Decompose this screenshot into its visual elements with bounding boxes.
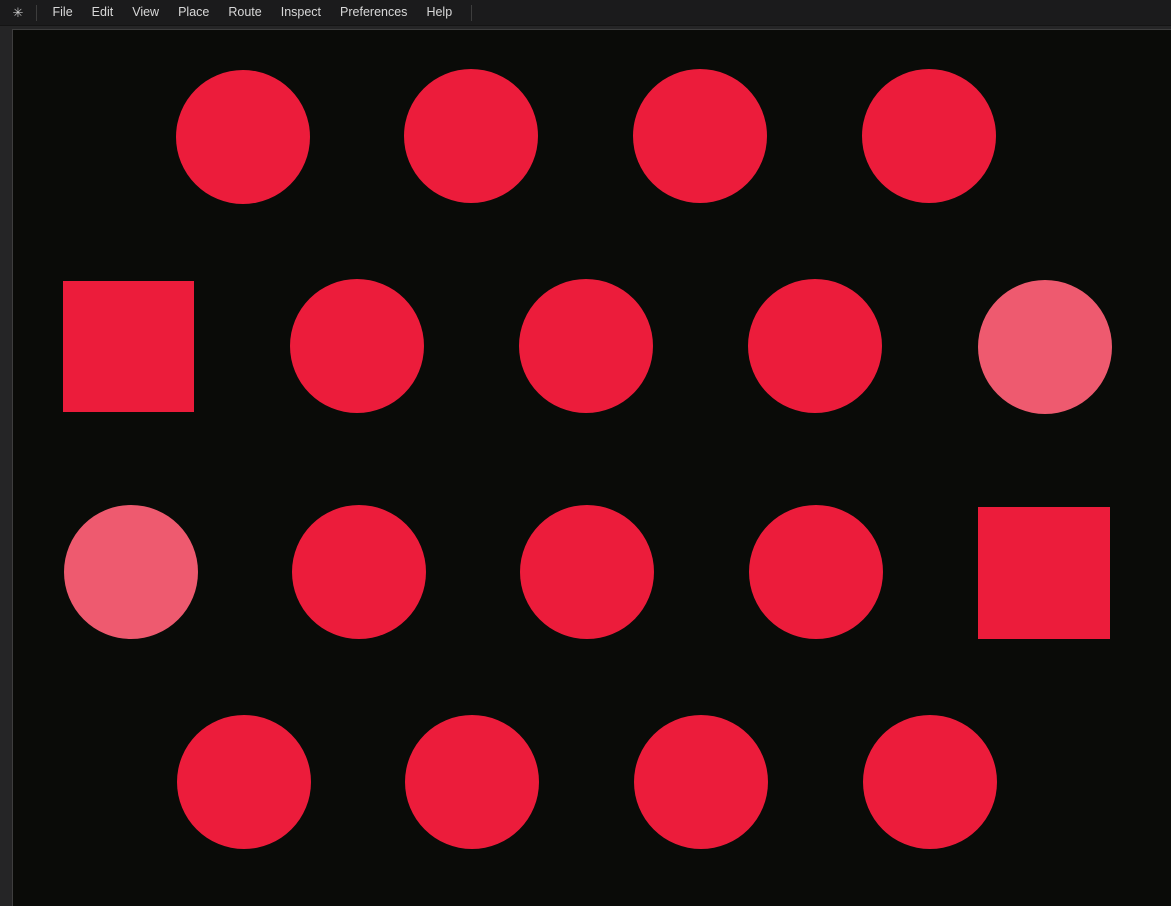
pad-circle[interactable] bbox=[749, 505, 883, 639]
pad-circle[interactable] bbox=[863, 715, 997, 849]
menu-item-edit[interactable]: Edit bbox=[85, 0, 120, 25]
pad-circle[interactable] bbox=[748, 279, 882, 413]
editor-canvas[interactable] bbox=[12, 29, 1171, 906]
pad-circle[interactable] bbox=[292, 505, 426, 639]
pad-circle-highlighted[interactable] bbox=[978, 280, 1112, 414]
menu-item-route[interactable]: Route bbox=[222, 0, 268, 25]
pad-circle-highlighted[interactable] bbox=[64, 505, 198, 639]
pad-circle[interactable] bbox=[290, 279, 424, 413]
app-icon: ✳ bbox=[0, 0, 36, 26]
pad-circle[interactable] bbox=[519, 279, 653, 413]
menu-item-place[interactable]: Place bbox=[172, 0, 216, 25]
pad-circle[interactable] bbox=[404, 69, 538, 203]
menubar-separator bbox=[36, 5, 37, 21]
menu-item-inspect[interactable]: Inspect bbox=[274, 0, 327, 25]
pad-square[interactable] bbox=[63, 281, 194, 412]
pad-circle[interactable] bbox=[520, 505, 654, 639]
pad-square[interactable] bbox=[978, 507, 1110, 639]
pad-circle[interactable] bbox=[634, 715, 768, 849]
menubar-separator bbox=[471, 5, 472, 21]
menu-item-preferences[interactable]: Preferences bbox=[334, 0, 414, 25]
menu-item-view[interactable]: View bbox=[126, 0, 166, 25]
app-window: ✳ File Edit View Place Route Inspect Pre… bbox=[0, 0, 1171, 906]
canvas-shapes bbox=[13, 30, 1171, 906]
pad-circle[interactable] bbox=[405, 715, 539, 849]
menu-item-help[interactable]: Help bbox=[420, 0, 459, 25]
pad-circle[interactable] bbox=[862, 69, 996, 203]
pad-circle[interactable] bbox=[633, 69, 767, 203]
menu-bar: ✳ File Edit View Place Route Inspect Pre… bbox=[0, 0, 1171, 26]
menu-item-file[interactable]: File bbox=[46, 0, 79, 25]
pad-circle[interactable] bbox=[176, 70, 310, 204]
menu-items: File Edit View Place Route Inspect Prefe… bbox=[43, 0, 462, 25]
pad-circle[interactable] bbox=[177, 715, 311, 849]
